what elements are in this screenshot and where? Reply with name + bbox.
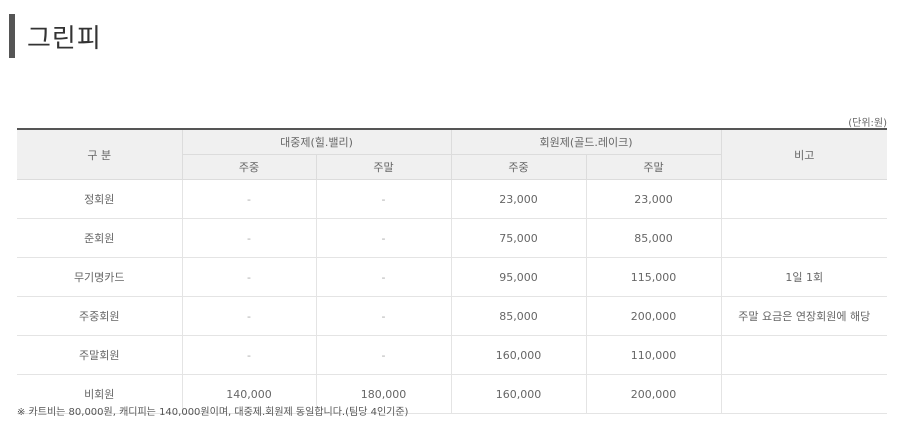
member-weekday-fee: 75,000 — [450, 218, 586, 258]
row-name: 주말회원 — [17, 335, 182, 375]
member-weekday-fee: 95,000 — [450, 257, 586, 297]
table-row: 주말회원 - - 160,000 110,000 — [17, 335, 888, 375]
remark: 주말 요금은 연장회원에 해당 — [720, 296, 888, 336]
page-title-block: 그린피 — [9, 14, 102, 58]
header-member-weekend: 주말 — [585, 154, 722, 180]
public-weekday-fee: - — [181, 296, 316, 336]
public-weekend-fee: - — [315, 218, 451, 258]
unit-label: (단위:원) — [848, 118, 887, 129]
member-weekend-fee: 200,000 — [585, 296, 722, 336]
header-group-public: 대중제(힐.밸리) — [181, 128, 451, 155]
header-category: 구 분 — [17, 128, 182, 180]
member-weekday-fee: 160,000 — [450, 335, 586, 375]
row-name: 주중회원 — [17, 296, 182, 336]
remark — [720, 374, 888, 414]
public-weekend-fee: - — [315, 296, 451, 336]
remark — [720, 218, 888, 258]
remark: 1일 1회 — [720, 257, 888, 297]
table-row: 정회원 - - 23,000 23,000 — [17, 179, 888, 219]
public-weekday-fee: - — [181, 335, 316, 375]
public-weekend-fee: - — [315, 179, 451, 219]
footnote: ※ 카트비는 80,000원, 캐디피는 140,000원이며, 대중제.회원제… — [17, 407, 409, 418]
public-weekday-fee: - — [181, 257, 316, 297]
remark — [720, 335, 888, 375]
member-weekend-fee: 23,000 — [585, 179, 722, 219]
header-public-weekday: 주중 — [181, 154, 316, 180]
member-weekend-fee: 115,000 — [585, 257, 722, 297]
title-accent-bar — [9, 14, 15, 58]
member-weekend-fee: 85,000 — [585, 218, 722, 258]
member-weekday-fee: 23,000 — [450, 179, 586, 219]
header-public-weekend: 주말 — [315, 154, 451, 180]
table-row: 무기명카드 - - 95,000 115,000 1일 1회 — [17, 257, 888, 297]
row-name: 정회원 — [17, 179, 182, 219]
remark — [720, 179, 888, 219]
row-name: 무기명카드 — [17, 257, 182, 297]
green-fee-table: 구 분 대중제(힐.밸리) 회원제(골드.레이크) 비고 주중 주말 주중 주말… — [17, 128, 888, 414]
member-weekday-fee: 85,000 — [450, 296, 586, 336]
member-weekend-fee: 200,000 — [585, 374, 722, 414]
member-weekday-fee: 160,000 — [450, 374, 586, 414]
page-title: 그린피 — [27, 23, 102, 54]
public-weekday-fee: - — [181, 179, 316, 219]
header-group-member: 회원제(골드.레이크) — [450, 128, 722, 155]
member-weekend-fee: 110,000 — [585, 335, 722, 375]
public-weekend-fee: - — [315, 335, 451, 375]
public-weekday-fee: - — [181, 218, 316, 258]
public-weekend-fee: - — [315, 257, 451, 297]
header-member-weekday: 주중 — [450, 154, 586, 180]
header-remark: 비고 — [720, 128, 888, 180]
row-name: 준회원 — [17, 218, 182, 258]
table-row: 주중회원 - - 85,000 200,000 주말 요금은 연장회원에 해당 — [17, 296, 888, 336]
table-row: 준회원 - - 75,000 85,000 — [17, 218, 888, 258]
